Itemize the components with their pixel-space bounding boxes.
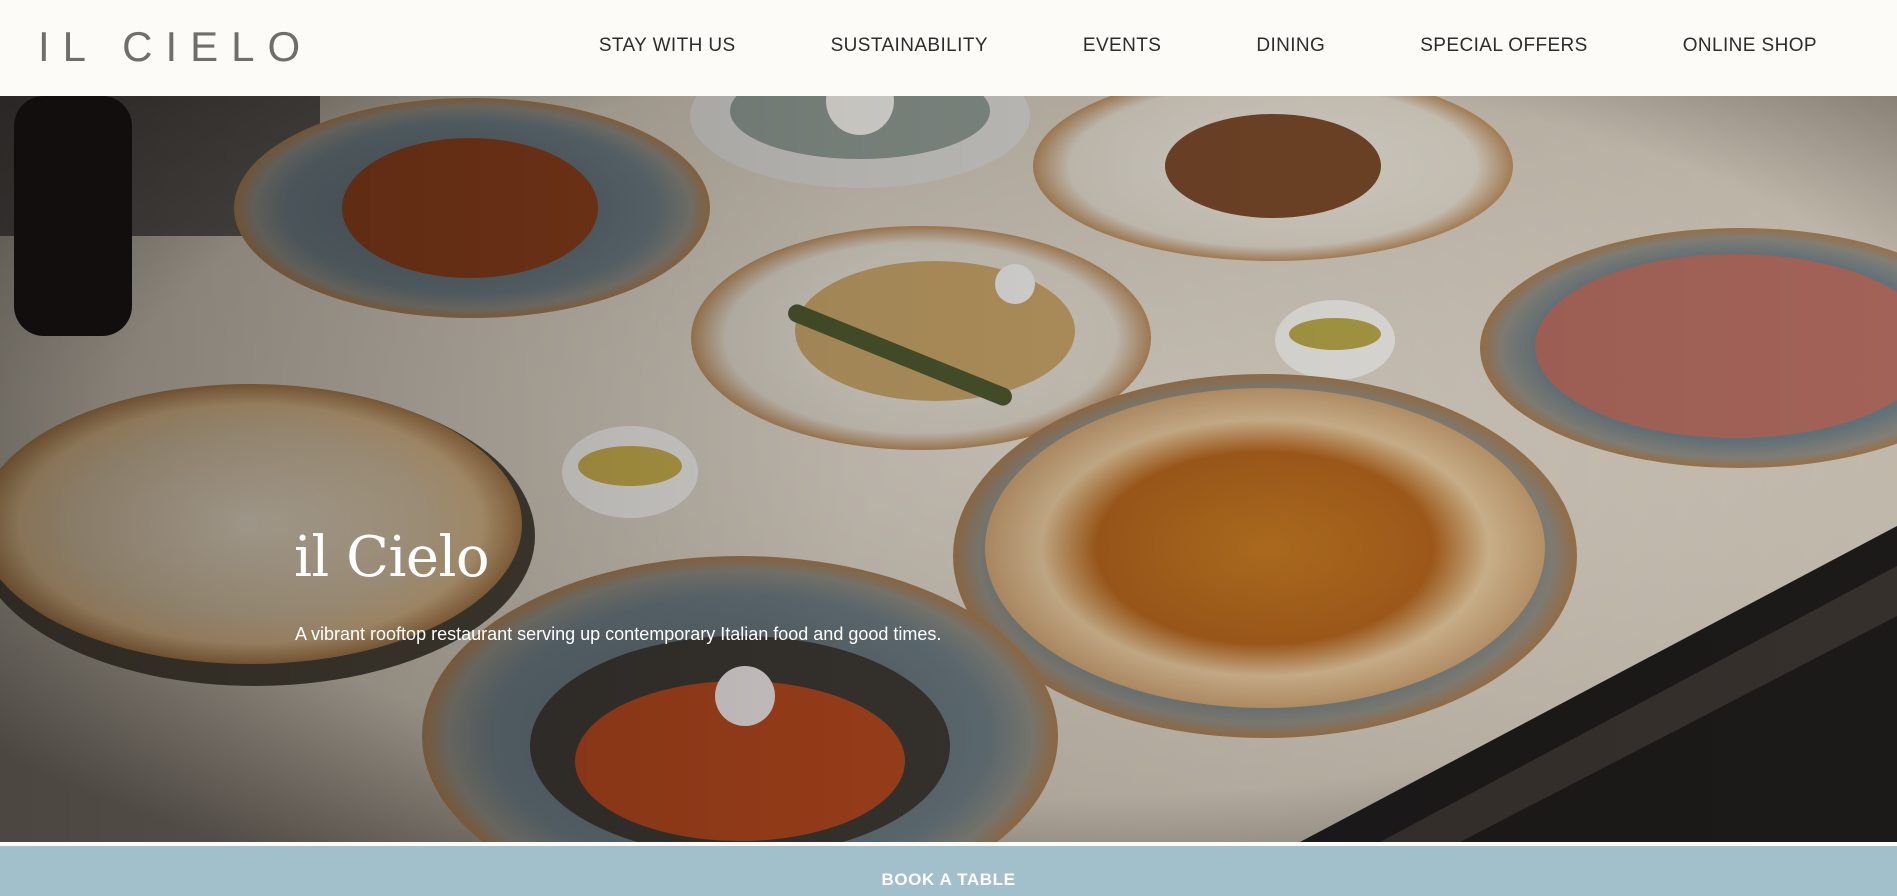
site-header: IL CIELO STAY WITH US SUSTAINABILITY EVE… xyxy=(0,0,1897,96)
nav-events[interactable]: EVENTS xyxy=(1083,34,1161,58)
hero-title: il Cielo xyxy=(294,525,490,590)
nav-special-offers[interactable]: SPECIAL OFFERS xyxy=(1420,34,1588,58)
site-logo[interactable]: IL CIELO xyxy=(38,24,313,70)
hero-overlay xyxy=(0,96,1897,842)
book-a-table-bar[interactable]: BOOK A TABLE xyxy=(0,846,1897,896)
nav-dining[interactable]: DINING xyxy=(1256,34,1325,58)
nav-online-shop[interactable]: ONLINE SHOP xyxy=(1683,34,1817,58)
book-a-table-button[interactable]: BOOK A TABLE xyxy=(881,870,1015,890)
main-nav: STAY WITH US SUSTAINABILITY EVENTS DININ… xyxy=(599,34,1817,58)
nav-sustainability[interactable]: SUSTAINABILITY xyxy=(831,34,988,58)
hero-subtitle: A vibrant rooftop restaurant serving up … xyxy=(295,624,942,644)
nav-stay-with-us[interactable]: STAY WITH US xyxy=(599,34,736,58)
hero-section: il Cielo A vibrant rooftop restaurant se… xyxy=(0,96,1897,842)
